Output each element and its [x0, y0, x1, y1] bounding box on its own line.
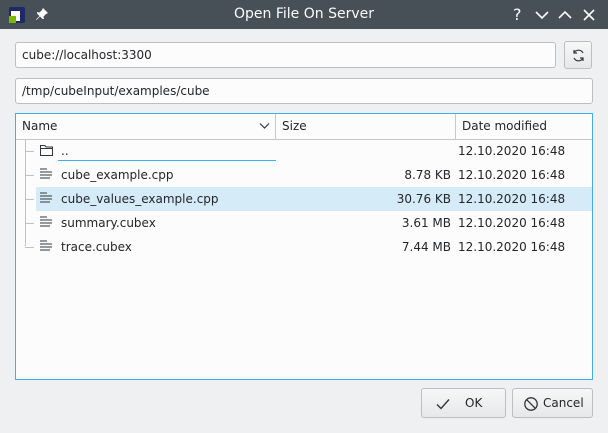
column-header-size[interactable]: Size	[276, 114, 456, 139]
close-icon	[583, 9, 595, 21]
file-size: 7.44 MB	[401, 240, 451, 254]
tree-branch	[25, 247, 34, 248]
file-name: summary.cubex	[61, 216, 156, 230]
ok-button-label: OK	[465, 396, 483, 410]
title-bar: Open File On Server ?	[0, 0, 608, 29]
text-file-icon	[40, 216, 52, 227]
file-size: 3.61 MB	[401, 216, 451, 230]
file-date: 12.10.2020 16:48	[458, 240, 566, 254]
file-size: 30.76 KB	[396, 192, 451, 206]
close-button[interactable]	[580, 6, 598, 24]
path-input[interactable]: /tmp/cubeInput/examples/cube	[15, 78, 593, 104]
cancel-button[interactable]: Cancel	[512, 388, 593, 418]
list-item[interactable]: cube_example.cpp 8.78 KB 12.10.2020 16:4…	[36, 163, 592, 187]
text-file-icon	[40, 240, 52, 251]
file-name: cube_values_example.cpp	[61, 192, 219, 206]
tree-branch	[25, 199, 34, 200]
file-date: 12.10.2020 16:48	[458, 168, 566, 182]
column-header-name[interactable]: Name	[16, 114, 276, 139]
file-list[interactable]: Name Size Date modified .. 12.10.2020 16…	[15, 113, 593, 380]
list-item[interactable]: summary.cubex 3.61 MB 12.10.2020 16:48	[36, 211, 592, 235]
tree-branch	[25, 175, 34, 176]
chevron-down-icon	[535, 11, 549, 20]
file-date: 12.10.2020 16:48	[458, 216, 566, 230]
path-value: /tmp/cubeInput/examples/cube	[22, 84, 210, 98]
text-file-icon	[40, 168, 52, 179]
file-date: 12.10.2020 16:48	[458, 144, 566, 158]
server-url-input[interactable]: cube://localhost:3300	[15, 42, 556, 68]
chevron-down-icon	[259, 123, 270, 129]
refresh-icon	[573, 49, 584, 62]
checkmark-icon	[436, 399, 450, 410]
minimize-button[interactable]	[533, 6, 551, 24]
file-date: 12.10.2020 16:48	[458, 192, 566, 206]
cancel-button-label: Cancel	[543, 396, 584, 410]
server-url-value: cube://localhost:3300	[22, 48, 152, 62]
file-name: trace.cubex	[61, 240, 132, 254]
file-name: cube_example.cpp	[61, 168, 174, 182]
refresh-button[interactable]	[564, 41, 592, 69]
column-header-date[interactable]: Date modified	[456, 114, 592, 139]
list-item-selected[interactable]: cube_values_example.cpp 30.76 KB 12.10.2…	[36, 187, 592, 211]
tree-line	[25, 140, 26, 246]
maximize-button[interactable]	[556, 6, 574, 24]
ok-button[interactable]: OK	[421, 388, 506, 418]
file-size: 8.78 KB	[404, 168, 451, 182]
list-item[interactable]: trace.cubex 7.44 MB 12.10.2020 16:48	[36, 235, 592, 259]
file-list-header: Name Size Date modified	[16, 114, 592, 140]
help-button[interactable]: ?	[510, 5, 528, 24]
rename-underline	[58, 160, 276, 161]
help-icon: ?	[513, 5, 522, 24]
folder-icon	[40, 145, 53, 156]
cancel-icon	[524, 397, 538, 411]
chevron-up-icon	[558, 10, 572, 19]
text-file-icon	[40, 192, 52, 203]
tree-branch	[25, 151, 34, 152]
tree-branch	[25, 223, 34, 224]
